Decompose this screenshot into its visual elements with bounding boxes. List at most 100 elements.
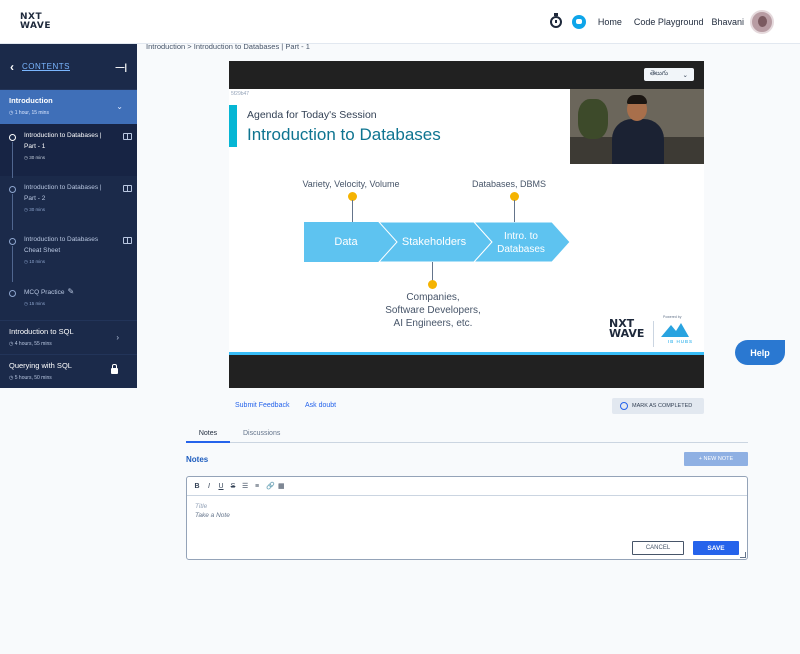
language-select[interactable]: తెలుగు ⌄ <box>644 68 694 81</box>
submit-feedback-link[interactable]: Submit Feedback <box>235 402 289 409</box>
editor-toolbar: B I U S ☰ ≡ 🔗 ▦ <box>187 477 747 496</box>
topic-duration: ◷ 15 mins <box>24 301 45 306</box>
pin-line <box>352 200 353 222</box>
language-label: తెలుగు <box>650 70 668 77</box>
user-name[interactable]: Bhavani <box>711 17 744 27</box>
unit-introduction[interactable]: Introduction ◷ 1 hour, 15 mins ⌄ <box>0 90 137 124</box>
topic-duration: ◷ 30 mins <box>24 155 45 160</box>
topic-item[interactable]: Introduction to Databases | Part - 1 ◷ 3… <box>0 124 137 178</box>
video-progress-bar[interactable] <box>229 352 704 355</box>
topic-duration: ◷ 10 mins <box>24 259 45 264</box>
topic-status-dot <box>9 238 16 245</box>
timeline-connector <box>12 142 13 178</box>
chat-icon[interactable] <box>571 15 586 29</box>
top-label-left: Variety, Velocity, Volume <box>302 179 400 189</box>
topic-title: Introduction to Databases Cheat Sheet <box>24 236 99 254</box>
unit-introduction-to-sql[interactable]: Introduction to SQL ◷ 4 hours, 55 mins › <box>0 320 137 354</box>
bottom-label: Companies, Software Developers, AI Engin… <box>385 292 481 329</box>
note-title-input[interactable]: Title <box>195 503 207 510</box>
video-actions: Submit Feedback Ask doubt MARK AS COMPLE… <box>229 398 704 414</box>
pin-dot <box>428 280 437 289</box>
avatar[interactable] <box>750 10 774 34</box>
topic-item[interactable]: MCQ Practice ✎ ◷ 15 mins <box>0 280 137 320</box>
strikethrough-button[interactable]: S <box>230 483 236 490</box>
topic-item[interactable]: Introduction to Databases Cheat Sheet ◷ … <box>0 228 137 282</box>
note-editor[interactable]: B I U S ☰ ≡ 🔗 ▦ Title Take a Note CANCEL… <box>186 476 748 560</box>
underline-button[interactable]: U <box>218 483 224 490</box>
nxtwave-slide-logo: NXT WAVE <box>609 317 645 340</box>
notes-heading: Notes <box>186 455 209 464</box>
mark-completed-label: MARK AS COMPLETED <box>632 403 693 409</box>
topic-duration: ◷ 30 mins <box>24 207 45 212</box>
presenter-webcam <box>570 89 704 164</box>
tab-notes[interactable]: Notes <box>186 430 230 443</box>
chevron-right-icon: › <box>116 333 119 342</box>
nav-home[interactable]: Home <box>598 17 622 27</box>
collapse-sidebar-icon[interactable]: —| <box>115 62 127 72</box>
topic-item[interactable]: Introduction to Databases | Part - 2 ◷ 3… <box>0 176 137 230</box>
top-nav: Home Code Playground Bhavani <box>549 10 774 34</box>
image-icon[interactable]: ▦ <box>278 482 285 490</box>
chevron-down-icon: ⌄ <box>116 102 123 111</box>
resize-handle[interactable] <box>740 552 746 558</box>
unit-querying-with-sql[interactable]: Querying with SQL ◷ 5 hours, 50 mins <box>0 354 137 388</box>
link-icon[interactable]: 🔗 <box>266 482 275 490</box>
lock-icon <box>111 364 118 374</box>
save-button[interactable]: SAVE <box>693 541 739 555</box>
topic-status-dot <box>9 134 16 141</box>
timeline-connector <box>12 194 13 230</box>
ordered-list-icon[interactable]: ☰ <box>242 482 248 490</box>
ask-doubt-link[interactable]: Ask doubt <box>305 402 336 409</box>
top-label-right: Databases, DBMS <box>471 179 547 189</box>
slide-title: Introduction to Databases <box>247 125 441 144</box>
help-button[interactable]: Help <box>735 340 785 365</box>
contents-header: ‹ CONTENTS —| <box>0 44 137 90</box>
slide: 5f29b47 Agenda for Today's Session Intro… <box>229 89 704 353</box>
unit-duration: ◷ 1 hour, 15 mins <box>9 110 49 116</box>
topic-status-dot <box>9 186 16 193</box>
italic-button[interactable]: I <box>206 483 212 490</box>
unit-title: Introduction to SQL <box>9 327 74 336</box>
new-note-button[interactable]: + NEW NOTE <box>684 452 748 466</box>
contents-link[interactable]: CONTENTS <box>22 62 115 71</box>
chevron-left-icon[interactable]: ‹ <box>10 60 14 74</box>
logo-line2: WAVE <box>20 21 51 31</box>
ib-hubs-label: IB HUBS <box>668 339 694 344</box>
slide-id: 5f29b47 <box>231 91 250 97</box>
accent-bar <box>229 105 237 147</box>
cancel-button[interactable]: CANCEL <box>632 541 684 555</box>
flow-label-intro: Intro. to Databases <box>497 231 545 255</box>
slide-subtitle: Agenda for Today's Session <box>247 109 377 121</box>
circle-icon <box>620 402 628 410</box>
top-bar: NXT WAVE Home Code Playground Bhavani <box>0 0 800 44</box>
book-icon <box>123 185 132 192</box>
breadcrumb: Introduction > Introduction to Databases… <box>146 42 310 51</box>
flow-label-data: Data <box>334 236 358 248</box>
nxtwave-logo[interactable]: NXT WAVE <box>20 13 64 31</box>
pencil-icon: ✎ <box>67 287 75 296</box>
tab-discussions[interactable]: Discussions <box>243 430 280 441</box>
flow-label-stakeholders: Stakeholders <box>401 236 467 248</box>
video-player[interactable]: తెలుగు ⌄ 5f29b47 Agenda for Today's Sess… <box>229 61 704 388</box>
topic-title: Introduction to Databases | Part - 1 <box>24 132 102 150</box>
nav-code-playground[interactable]: Code Playground <box>634 17 704 27</box>
book-icon <box>123 237 132 244</box>
unit-duration: ◷ 4 hours, 55 mins <box>9 341 52 347</box>
mark-as-completed-button[interactable]: MARK AS COMPLETED <box>612 398 704 414</box>
bold-button[interactable]: B <box>194 483 200 490</box>
topic-status-dot <box>9 290 16 297</box>
stopwatch-icon[interactable] <box>549 13 562 28</box>
chevron-down-icon: ⌄ <box>682 71 688 79</box>
timeline-connector <box>12 246 13 282</box>
unit-duration: ◷ 5 hours, 50 mins <box>9 375 52 381</box>
bullet-list-icon[interactable]: ≡ <box>254 483 260 490</box>
topic-title: MCQ Practice ✎ <box>24 287 75 296</box>
unit-title: Introduction <box>9 96 53 105</box>
book-icon <box>123 133 132 140</box>
logo-divider <box>653 321 654 347</box>
note-body-input[interactable]: Take a Note <box>195 512 230 519</box>
pin-line <box>514 200 515 222</box>
course-sidebar: ‹ CONTENTS —| Introduction ◷ 1 hour, 15 … <box>0 44 137 388</box>
notes-tabs: Notes Discussions <box>186 428 748 443</box>
topic-title: Introduction to Databases | Part - 2 <box>24 184 102 202</box>
